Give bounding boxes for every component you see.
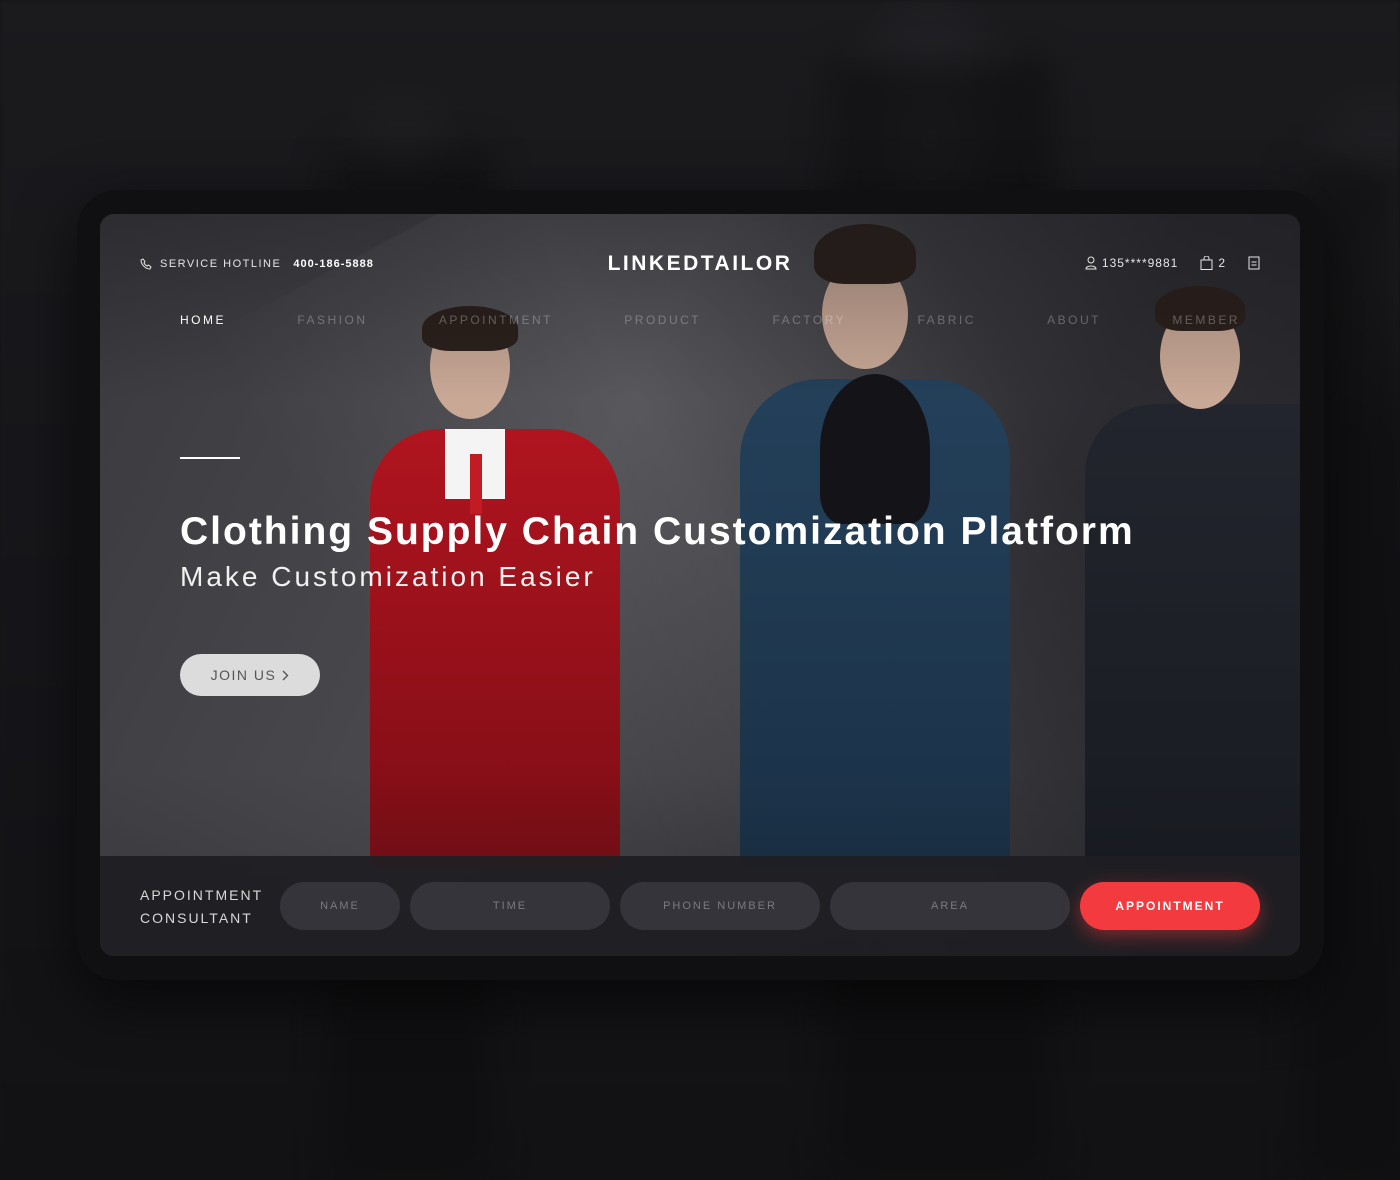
phone-number-field[interactable]: PHONE NUMBER bbox=[620, 882, 820, 930]
nav-item-home[interactable]: HOME bbox=[180, 313, 226, 327]
hero-divider bbox=[180, 457, 240, 459]
document-icon bbox=[1248, 256, 1260, 270]
orders-button[interactable] bbox=[1248, 256, 1260, 270]
join-us-label: JOIN US bbox=[210, 667, 277, 683]
hero-title: Clothing Supply Chain Customization Plat… bbox=[180, 510, 1135, 553]
main-nav: HOME FASHION APPOINTMENT PRODUCT FACTORY… bbox=[180, 313, 1240, 327]
area-field[interactable]: AREA bbox=[830, 882, 1070, 930]
time-field[interactable]: TIME bbox=[410, 882, 610, 930]
user-icon bbox=[1085, 256, 1097, 270]
user-account[interactable]: 135****9881 bbox=[1085, 256, 1178, 270]
nav-item-fashion[interactable]: FASHION bbox=[297, 313, 367, 327]
nav-item-product[interactable]: PRODUCT bbox=[624, 313, 701, 327]
chevron-right-icon bbox=[282, 670, 289, 680]
nav-item-member[interactable]: MEMBER bbox=[1172, 313, 1240, 327]
hero-subtitle: Make Customization Easier bbox=[180, 561, 596, 592]
appointment-consultant-label: APPOINTMENT CONSULTANT bbox=[140, 884, 263, 930]
nav-item-fabric[interactable]: FABRIC bbox=[918, 313, 976, 327]
shopping-bag[interactable]: 2 bbox=[1200, 256, 1226, 270]
bag-icon bbox=[1200, 256, 1213, 270]
appointment-label-line2: CONSULTANT bbox=[140, 910, 253, 926]
user-area: 135****9881 2 bbox=[1085, 256, 1260, 270]
nav-item-appointment[interactable]: APPOINTMENT bbox=[439, 313, 553, 327]
nav-item-factory[interactable]: FACTORY bbox=[772, 313, 846, 327]
cart-count: 2 bbox=[1218, 256, 1226, 270]
name-field[interactable]: NAME bbox=[280, 882, 400, 930]
user-phone: 135****9881 bbox=[1101, 256, 1179, 270]
appointment-label-line1: APPOINTMENT bbox=[140, 887, 264, 903]
appointment-button[interactable]: APPOINTMENT bbox=[1080, 882, 1260, 930]
join-us-button[interactable]: JOIN US bbox=[180, 654, 320, 696]
nav-item-about[interactable]: ABOUT bbox=[1047, 313, 1101, 327]
